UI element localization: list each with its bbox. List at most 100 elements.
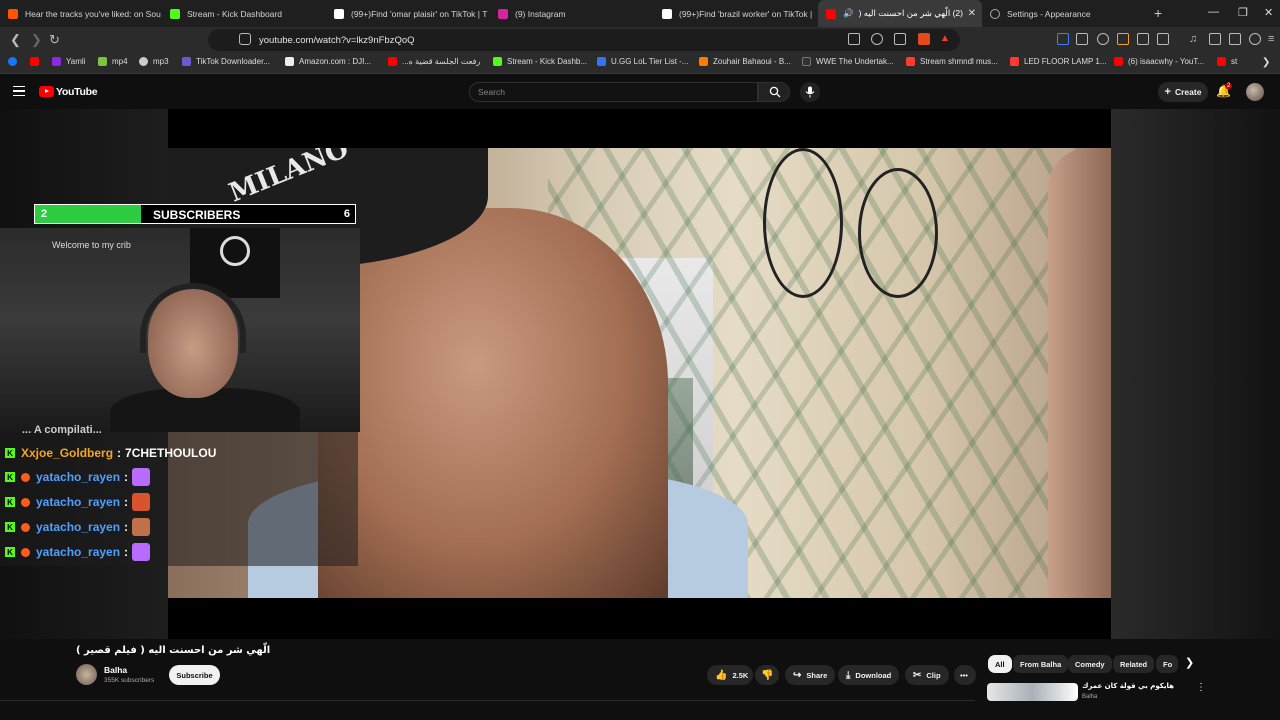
chip-related[interactable]: Related (1113, 655, 1155, 673)
youtube-logo-icon[interactable] (39, 86, 54, 97)
extensions-puzzle-icon[interactable] (1137, 33, 1149, 45)
bookmark-item[interactable]: st (1217, 57, 1237, 66)
extension-shield-icon[interactable] (1097, 33, 1109, 45)
download-button[interactable]: ⤓ Download (838, 665, 900, 685)
bookmark-label: Stream - Kick Dashb... (507, 57, 588, 66)
create-label: Create (1174, 87, 1202, 97)
menu-icon[interactable]: ≡ (1268, 33, 1280, 45)
account-avatar[interactable] (1246, 83, 1264, 101)
speaker-icon[interactable]: 🔊 (843, 8, 854, 19)
chat-line: K yatacho_rayen: (5, 467, 151, 487)
bookmark-favicon-icon (98, 57, 107, 66)
tab-settings[interactable]: Settings - Appearance (982, 0, 1146, 27)
chip-from-channel[interactable]: From Balha (1013, 655, 1069, 673)
tab-tiktok-1[interactable]: (99+)Find 'omar plaisir' on TikTok | T (326, 0, 490, 27)
cast-icon[interactable] (848, 33, 860, 45)
bookmark-item[interactable]: (6) isaacwhy - YouT... (1114, 57, 1204, 66)
create-button[interactable]: + Create (1158, 82, 1208, 102)
recommended-channel[interactable]: Balha (1082, 694, 1097, 700)
extension-icon[interactable] (1157, 33, 1169, 45)
bookmark-item[interactable]: Zouhair Bahaoui - B... (699, 57, 791, 66)
bookmark-item[interactable]: Stream - Kick Dashb... (493, 57, 587, 66)
chip-comedy[interactable]: Comedy (1068, 655, 1112, 673)
bookmark-item[interactable]: Amazon.com : DJI... (285, 57, 371, 66)
zoom-icon[interactable] (871, 33, 883, 45)
close-window-button[interactable]: ✕ (1264, 6, 1273, 19)
profile-icon[interactable] (1249, 33, 1261, 45)
chip-overflow[interactable]: Fo (1156, 655, 1178, 673)
extension-icon[interactable] (1117, 33, 1129, 45)
tab-kick[interactable]: Stream - Kick Dashboard (162, 0, 326, 27)
bookmark-item[interactable]: WWE The Undertak... (802, 57, 894, 66)
download-icon: ⤓ (846, 669, 851, 681)
minimize-button[interactable]: — (1208, 6, 1219, 18)
site-info-icon[interactable] (239, 33, 251, 45)
close-tab-icon[interactable]: ✕ (968, 8, 976, 19)
subscribe-button[interactable]: Subscribe (169, 665, 220, 685)
bookmark-item[interactable]: LED FLOOR LAMP 1... (1010, 57, 1107, 66)
sidebar-toggle-icon[interactable] (1209, 33, 1221, 45)
tab-title: (2) الّهي شر من احسنت اليه ( (858, 8, 963, 18)
extension-translate-icon[interactable] (1057, 33, 1069, 45)
dislike-button[interactable]: 👎 (755, 665, 779, 685)
kick-icon (170, 8, 180, 19)
more-actions-button[interactable]: ••• (954, 665, 976, 685)
recommended-title[interactable]: هايكوم بي قولة كان عمرك (1082, 682, 1174, 690)
back-button[interactable]: ❮ (10, 32, 21, 48)
like-button[interactable]: 👍 2.5K (707, 665, 753, 685)
bookmark-item[interactable]: رفعت الجلسة قضية ه... (388, 57, 480, 66)
search-button[interactable] (758, 82, 790, 102)
url-text[interactable]: youtube.com/watch?v=lkz9nFbzQoQ (259, 35, 415, 46)
ambient-glow-right (1111, 109, 1280, 639)
divider (0, 700, 975, 701)
share-page-icon[interactable] (894, 33, 906, 45)
chip-all[interactable]: All (988, 655, 1012, 673)
bookmark-item[interactable]: U.GG LoL Tier List -... (597, 57, 689, 66)
bookmark-favicon-icon (285, 57, 294, 66)
new-tab-button[interactable]: + (1154, 5, 1162, 21)
chat-username: yatacho_rayen (36, 545, 121, 559)
brave-shield-icon[interactable] (918, 33, 930, 45)
hamburger-menu-icon[interactable] (13, 86, 25, 96)
channel-avatar[interactable] (76, 664, 97, 685)
maximize-button[interactable]: ❐ (1238, 6, 1248, 19)
bookmark-label: (6) isaacwhy - YouT... (1128, 57, 1205, 66)
clip-button[interactable]: ✂ Clip (905, 665, 949, 685)
recommended-thumbnail[interactable] (987, 683, 1078, 701)
bookmark-item[interactable]: mp3 (139, 57, 169, 66)
extension-icon[interactable] (1076, 33, 1088, 45)
search-input[interactable] (469, 82, 758, 102)
chevron-right-icon[interactable]: ❯ (1185, 656, 1194, 669)
subscriber-badge-icon (21, 497, 30, 507)
rewards-icon[interactable]: ▲ (940, 33, 952, 45)
search-placeholder: Search (478, 87, 505, 97)
bookmark-facebook[interactable] (8, 57, 22, 66)
channel-subscriber-count: 355K subscribers (104, 677, 155, 684)
bookmark-item[interactable]: mp4 (98, 57, 128, 66)
reload-button[interactable]: ↻ (49, 32, 60, 48)
bookmark-item[interactable]: Yamli (52, 57, 85, 66)
subscriber-goal-fill (35, 205, 141, 223)
youtube-logo-text[interactable]: YouTube (56, 86, 98, 98)
bookmark-item[interactable]: Stream shmndl mus... (906, 57, 998, 66)
tab-instagram[interactable]: (9) Instagram (490, 0, 654, 27)
bookmark-favicon-icon (388, 57, 397, 66)
bookmark-label: Yamli (66, 57, 86, 66)
forward-button[interactable]: ❯ (31, 32, 42, 48)
tab-soundcloud[interactable]: Hear the tracks you've liked: on Sou (0, 0, 162, 27)
bookmarks-overflow-icon[interactable]: ❯ (1262, 57, 1270, 68)
subscriber-badge-icon (21, 522, 30, 532)
tab-youtube-active[interactable]: 🔊 (2) الّهي شر من احسنت اليه ( ✕ (818, 0, 982, 27)
kick-icon (493, 57, 502, 66)
bookmark-label: mp4 (112, 57, 128, 66)
wallet-icon[interactable] (1229, 33, 1241, 45)
music-icon[interactable]: ♫ (1189, 33, 1201, 45)
bookmark-item[interactable]: TikTok Downloader... (182, 57, 270, 66)
share-button[interactable]: ↪ Share (785, 665, 836, 685)
bookmark-youtube[interactable] (30, 57, 44, 66)
chat-username: yatacho_rayen (36, 495, 121, 509)
recommended-more-icon[interactable]: ⋮ (1196, 682, 1206, 693)
channel-name[interactable]: Balha (104, 665, 127, 675)
voice-search-button[interactable] (800, 82, 820, 102)
tab-tiktok-2[interactable]: (99+)Find 'brazil worker' on TikTok | (654, 0, 818, 27)
